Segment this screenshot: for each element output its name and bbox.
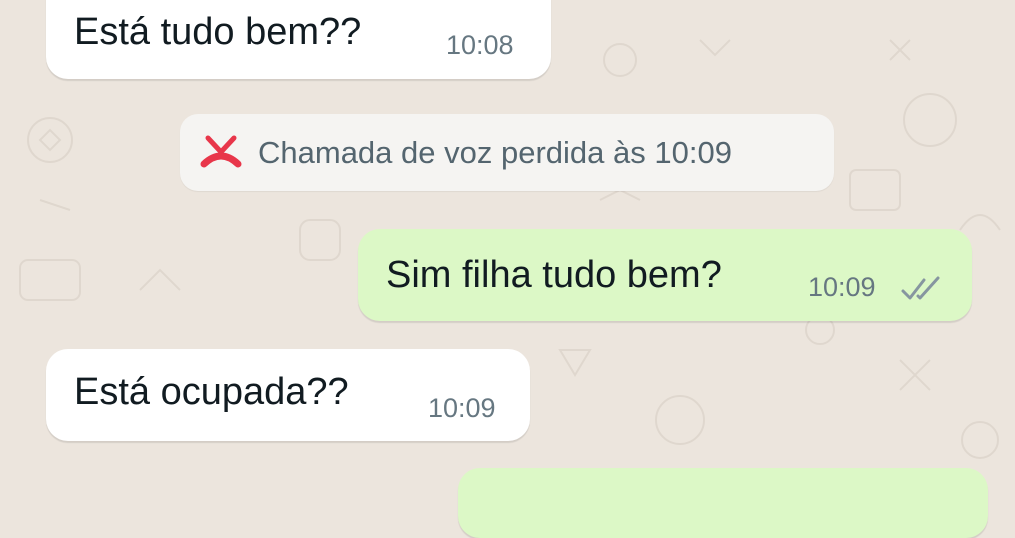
message-text: Está ocupada??: [74, 371, 349, 413]
message-timestamp: 10:09: [428, 393, 496, 423]
message-bubble-outgoing[interactable]: Sim filha tudo bem? 10:09: [358, 229, 972, 321]
message-text: Sim filha tudo bem?: [386, 254, 722, 296]
missed-call-notice[interactable]: Chamada de voz perdida às 10:09: [180, 114, 834, 191]
message-timestamp: 10:09: [808, 272, 876, 302]
message-bubble-incoming[interactable]: Está tudo bem?? 10:08: [46, 0, 551, 79]
missed-call-text: Chamada de voz perdida às 10:09: [258, 135, 732, 170]
message-timestamp: 10:08: [446, 30, 514, 60]
message-bubble-outgoing-partial[interactable]: [458, 468, 988, 538]
message-text: Está tudo bem??: [74, 11, 362, 53]
double-check-icon: [901, 276, 940, 300]
missed-call-icon: [200, 135, 242, 168]
message-bubble-incoming[interactable]: Está ocupada?? 10:09: [46, 349, 530, 441]
